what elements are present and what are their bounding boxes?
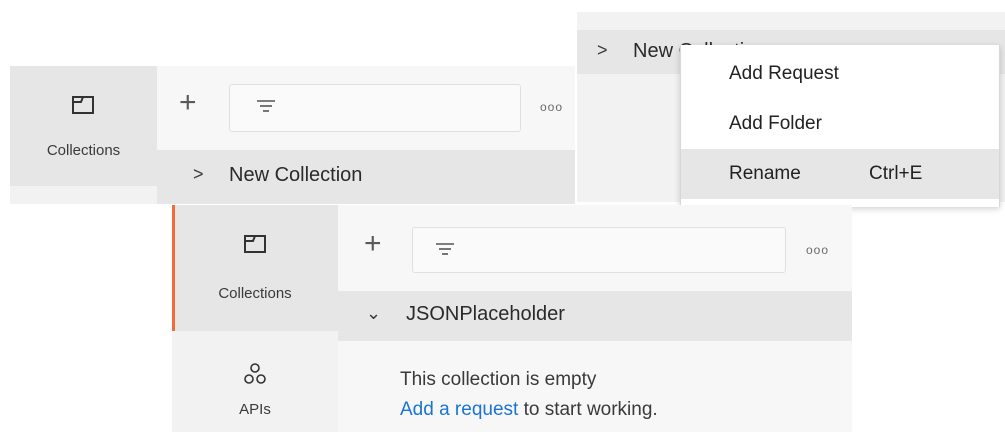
add-request-link[interactable]: Add a request — [400, 399, 518, 420]
menu-item-label: Add Folder — [729, 113, 822, 134]
new-collection-button[interactable]: + — [364, 229, 382, 259]
empty-state-message: This collection is empty — [400, 369, 597, 390]
sidebar-item-collections[interactable]: Collections — [172, 205, 338, 331]
collection-name: New Collection — [229, 164, 363, 186]
sidebar-item-label: Collections — [46, 142, 121, 159]
menu-item-shortcut: Ctrl+E — [869, 163, 923, 184]
collection-context-menu: Add Request Add Folder Rename Ctrl+E — [680, 45, 1000, 207]
menu-item-add-folder[interactable]: Add Folder — [681, 99, 999, 149]
sidebar-item-collections[interactable]: Collections — [10, 66, 157, 186]
screenshot-panel-empty-collection: Collections APIs + ooo ⌄ JSONPlaceholder… — [172, 205, 852, 432]
sidebar-rail: Collections — [10, 66, 157, 204]
filter-input[interactable] — [412, 227, 786, 273]
sidebar-item-label: Collections — [218, 285, 292, 302]
collections-pane: + ooo > New Collection — [157, 66, 575, 204]
menu-item-add-request[interactable]: Add Request — [681, 49, 999, 99]
menu-item-label: Add Request — [729, 63, 839, 84]
chevron-down-icon: ⌄ — [366, 303, 382, 323]
collection-row[interactable]: ⌄ JSONPlaceholder — [338, 291, 852, 341]
apis-icon — [244, 363, 266, 384]
collections-icon — [244, 235, 266, 253]
filter-icon — [436, 243, 454, 255]
screenshot-panel-collections: Collections + ooo > New Collection — [10, 66, 575, 204]
collections-pane: + ooo ⌄ JSONPlaceholder This collection … — [338, 205, 852, 432]
collections-icon — [72, 96, 94, 114]
filter-icon — [257, 100, 275, 112]
empty-state-cta-rest: to start working. — [518, 399, 658, 420]
more-options-button[interactable]: ooo — [806, 243, 829, 257]
sidebar-item-label: APIs — [239, 401, 271, 418]
collection-name: JSONPlaceholder — [406, 303, 565, 325]
active-indicator — [172, 205, 175, 331]
more-options-button[interactable]: ooo — [540, 100, 563, 114]
sidebar-item-apis[interactable]: APIs — [172, 331, 338, 432]
sidebar-rail: Collections APIs — [172, 205, 338, 432]
chevron-right-icon: > — [193, 164, 204, 184]
chevron-right-icon: > — [597, 40, 608, 60]
filter-input[interactable] — [229, 84, 521, 132]
new-collection-button[interactable]: + — [179, 88, 197, 118]
menu-item-label: Rename — [729, 163, 801, 184]
menu-item-rename[interactable]: Rename Ctrl+E — [681, 149, 999, 199]
empty-state-cta: Add a request to start working. — [400, 399, 658, 421]
collection-row[interactable]: > New Collection — [157, 150, 575, 204]
